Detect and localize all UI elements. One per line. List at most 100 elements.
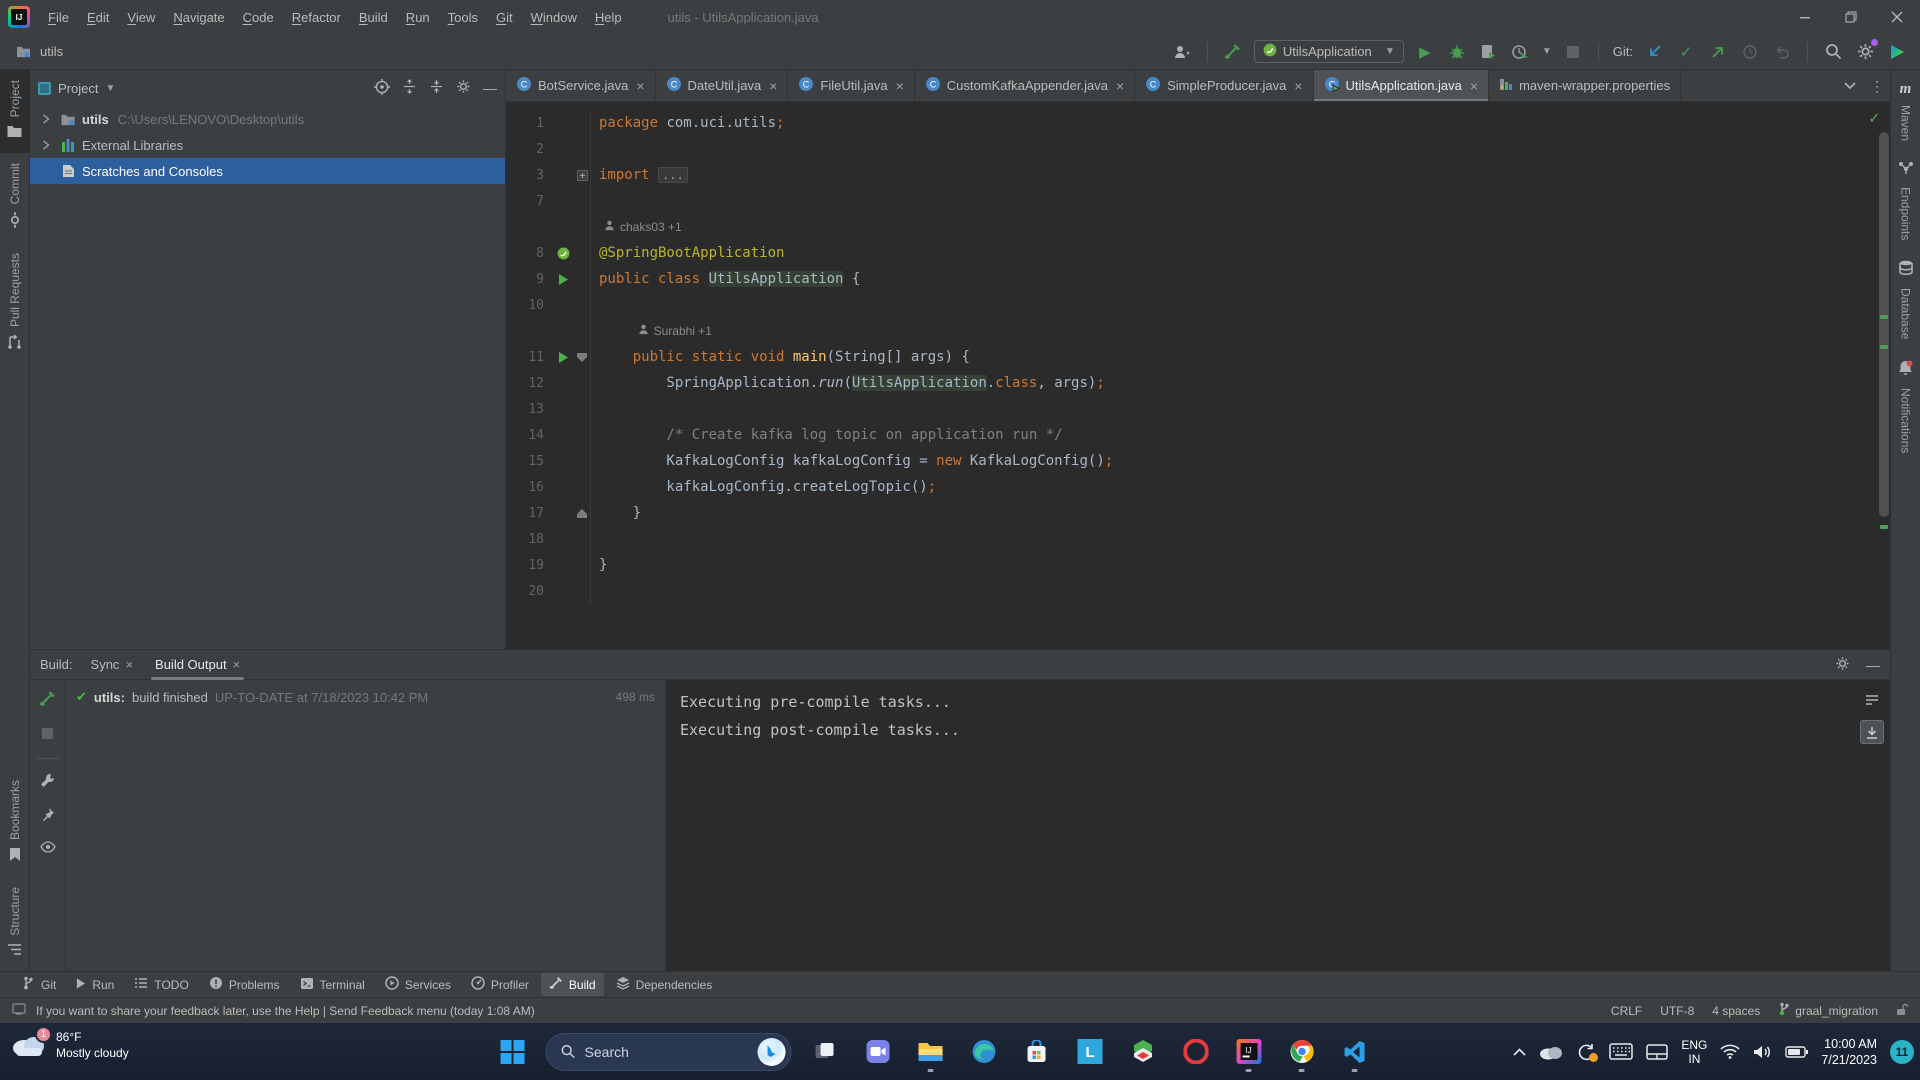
code-line[interactable]: 3import ... [506,162,1890,188]
rerun-build-hammer-icon[interactable] [39,690,56,712]
line-number[interactable]: 20 [506,584,552,599]
code-line[interactable]: 7 [506,188,1890,214]
settings-gear-icon[interactable] [1854,41,1876,63]
toolwindow-run[interactable]: Run [68,975,122,995]
toolwindow-problems[interactable]: Problems [201,973,288,996]
tool-stripe-maven[interactable]: mMaven [1891,70,1920,151]
tab-close-icon[interactable]: × [1470,78,1478,94]
sync-icon[interactable] [1576,1042,1596,1062]
toolwindow-terminal[interactable]: Terminal [292,974,373,996]
menu-file[interactable]: File [40,7,77,28]
taskbar-search-box[interactable]: Search [546,1033,792,1071]
onedrive-icon[interactable] [1539,1044,1563,1060]
tab-close-icon[interactable]: × [125,657,133,672]
locate-file-icon[interactable] [374,79,390,98]
bluestacks-taskbar-icon[interactable] [1123,1030,1163,1074]
run-gutter-icon[interactable] [552,352,574,363]
rollback-button[interactable] [1771,41,1793,63]
line-number[interactable]: 16 [506,480,552,495]
git-update-button[interactable] [1643,41,1665,63]
notification-count-badge[interactable]: 11 [1890,1040,1914,1064]
weather-widget[interactable]: 1 86°F Mostly cloudy [10,1029,129,1061]
menu-edit[interactable]: Edit [79,7,117,28]
toolwindow-todo[interactable]: TODO [126,974,196,995]
tab-close-icon[interactable]: × [636,78,644,94]
stop-button[interactable] [1562,41,1584,63]
menu-view[interactable]: View [119,7,163,28]
git-push-button[interactable] [1707,41,1729,63]
toolwindow-build[interactable]: Build [541,973,604,996]
chrome-taskbar-icon[interactable] [1282,1030,1322,1074]
breadcrumb[interactable]: utils [12,41,63,63]
tool-stripe-project[interactable]: Project [0,70,30,153]
history-button[interactable] [1739,41,1761,63]
task-view-taskbar-icon[interactable] [805,1030,845,1074]
tool-stripe-commit[interactable]: Commit [0,153,30,242]
vscode-taskbar-icon[interactable] [1335,1030,1375,1074]
tab-botservice-java[interactable]: CBotService.java× [506,70,656,101]
build-status-row[interactable]: ✔ utils: build finished UP-TO-DATE at 7/… [66,680,665,714]
status-message[interactable]: If you want to share your feedback later… [36,1004,535,1018]
tab-close-icon[interactable]: × [1116,78,1124,94]
minimize-button[interactable] [1782,0,1828,34]
menu-git[interactable]: Git [488,7,521,28]
line-number[interactable]: 19 [506,558,552,573]
code-line[interactable]: 18 [506,526,1890,552]
code-line[interactable]: 17 } [506,500,1890,526]
code-line[interactable]: 19} [506,552,1890,578]
spring-gutter-icon[interactable] [552,247,574,260]
menu-navigate[interactable]: Navigate [165,7,232,28]
line-number[interactable]: 2 [506,142,552,157]
line-number[interactable]: 13 [506,402,552,417]
edge-taskbar-icon[interactable] [964,1030,1004,1074]
line-number[interactable]: 11 [506,350,552,365]
tool-stripe-structure[interactable]: Structure [0,877,30,971]
unlock-icon[interactable] [1896,1003,1908,1019]
hidden-tabs-chevron-icon[interactable] [1844,77,1856,95]
scroll-to-end-icon[interactable] [1860,720,1884,744]
build-console[interactable]: Executing pre-compile tasks...Executing … [666,680,1890,971]
code-line[interactable]: 16 kafkaLogConfig.createLogTopic(); [506,474,1890,500]
stop-build-icon[interactable] [42,726,53,744]
toolbox-triangle-icon[interactable] [1886,41,1908,63]
bing-icon[interactable] [758,1038,786,1066]
tray-chevron-up-icon[interactable] [1513,1048,1526,1056]
run-options-chevron-icon[interactable]: ▼ [1542,46,1552,57]
code-line[interactable]: 12 SpringApplication.run(UtilsApplicatio… [506,370,1890,396]
pin-icon[interactable] [41,807,55,826]
tree-item-utils[interactable]: utilsC:\Users\LENOVO\Desktop\utils [30,106,505,132]
build-settings-gear-icon[interactable] [1835,656,1850,674]
line-number[interactable]: 12 [506,376,552,391]
tool-stripe-pull-requests[interactable]: Pull Requests [0,243,30,364]
toolwindow-git[interactable]: Git [14,973,64,996]
chevron-right-icon[interactable] [38,140,54,150]
tab-utilsapplication-java[interactable]: CUtilsApplication.java× [1314,70,1490,101]
line-number[interactable]: 3 [506,168,552,183]
chat-taskbar-icon[interactable] [858,1030,898,1074]
tab-close-icon[interactable]: × [769,78,777,94]
close-button[interactable] [1874,0,1920,34]
code-line[interactable]: 20 [506,578,1890,604]
git-branch-widget[interactable]: graal_migration [1778,1002,1878,1019]
menu-build[interactable]: Build [351,7,396,28]
minimize-panel-icon[interactable]: — [1866,657,1880,673]
soft-wrap-icon[interactable] [1860,688,1884,712]
panel-settings-gear-icon[interactable] [456,79,471,97]
expand-all-icon[interactable] [402,79,417,97]
tab-close-icon[interactable]: × [896,78,904,94]
tab-fileutil-java[interactable]: CFileUtil.java× [788,70,914,101]
code-area[interactable]: 1package com.uci.utils;23import ...7chak… [506,102,1890,649]
editor-scrollbar[interactable] [1879,132,1889,517]
encoding-indicator[interactable]: UTF-8 [1660,1004,1694,1018]
build-wrench-icon[interactable] [40,773,55,793]
toolwindow-profiler[interactable]: Profiler [463,973,537,996]
windows-start-button[interactable] [493,1030,533,1074]
line-number[interactable]: 14 [506,428,552,443]
debug-button[interactable] [1446,41,1468,63]
restore-button[interactable] [1828,0,1874,34]
clock-widget[interactable]: 10:00 AM 7/21/2023 [1821,1036,1877,1068]
tab-maven-wrapper-properties[interactable]: maven-wrapper.properties [1489,70,1681,101]
line-number[interactable]: 8 [506,246,552,261]
tool-stripe-database[interactable]: Database [1891,250,1920,349]
project-dropdown-chevron-icon[interactable]: ▼ [105,83,115,94]
